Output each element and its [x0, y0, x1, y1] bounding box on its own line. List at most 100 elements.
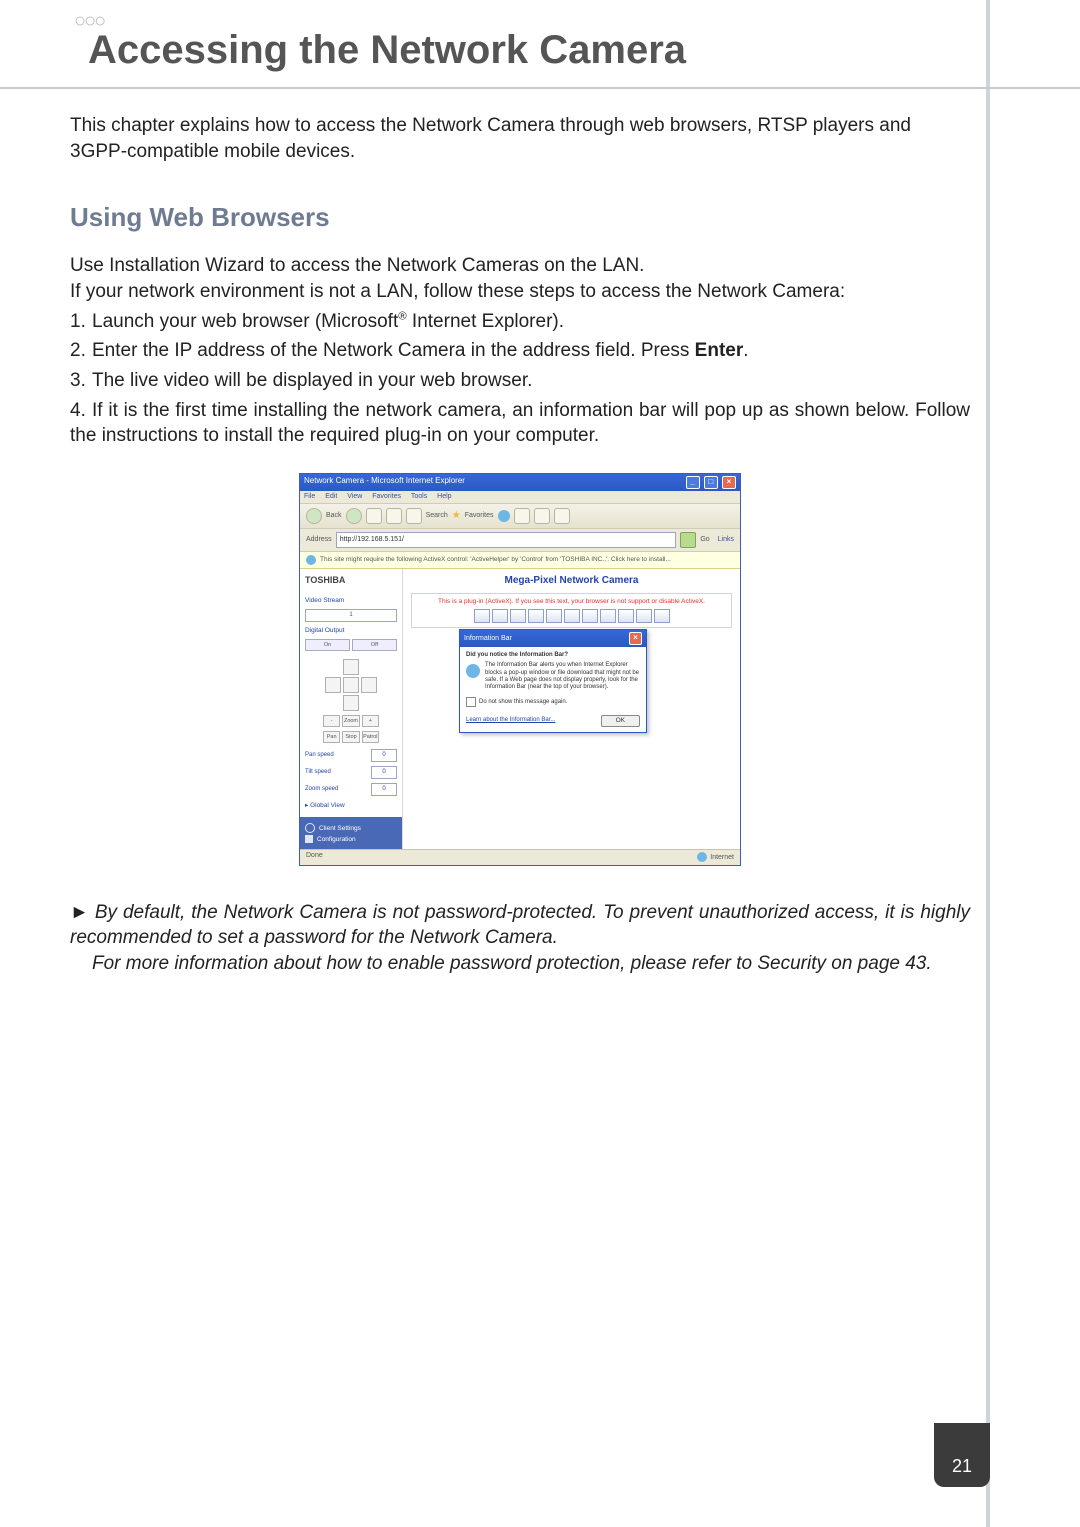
brand-logo: TOSHIBA: [305, 575, 397, 586]
video-stream-select[interactable]: 1: [305, 609, 397, 622]
dialog-close-icon[interactable]: ×: [629, 632, 642, 645]
instructions-block: Use Installation Wizard to access the Ne…: [70, 253, 970, 448]
step-1-b: Internet Explorer).: [407, 311, 564, 332]
step-2-b: .: [743, 340, 748, 361]
configuration-link[interactable]: Configuration: [305, 835, 397, 843]
dialog-question: Did you notice the Information Bar?: [466, 652, 640, 659]
pan-button[interactable]: Pan: [323, 731, 340, 743]
back-icon[interactable]: [306, 508, 322, 524]
print-icon[interactable]: [534, 508, 550, 524]
note-line-2: For more information about how to enable…: [70, 951, 970, 977]
note-arrow-icon: ►: [70, 902, 89, 923]
section-heading-using-web-browsers: Using Web Browsers: [70, 200, 970, 235]
infobar-text: This site might require the following Ac…: [320, 556, 671, 564]
camera-page-title: Mega-Pixel Network Camera: [411, 575, 732, 587]
go-button[interactable]: [680, 532, 696, 548]
address-input[interactable]: http://192.168.5.151/: [336, 532, 677, 548]
video-toolbar: [416, 609, 727, 623]
stop-button[interactable]: Stop: [342, 731, 359, 743]
fullscreen-icon[interactable]: [618, 609, 634, 623]
note-line-1: By default, the Network Camera is not pa…: [70, 902, 970, 949]
menu-help[interactable]: Help: [437, 493, 451, 500]
go-label: Go: [700, 536, 709, 544]
digital-output-on[interactable]: On: [305, 639, 350, 651]
stop-icon[interactable]: [366, 508, 382, 524]
refresh-icon[interactable]: [386, 508, 402, 524]
step-4: 4.If it is the first time installing the…: [70, 398, 970, 449]
dialog-dont-show[interactable]: Do not show this message again.: [466, 697, 640, 707]
menu-file[interactable]: File: [304, 493, 315, 500]
minimize-icon[interactable]: _: [686, 476, 700, 489]
mute-icon[interactable]: [582, 609, 598, 623]
mic-icon[interactable]: [600, 609, 616, 623]
mail-icon[interactable]: [514, 508, 530, 524]
record-icon[interactable]: [492, 609, 508, 623]
step-3-num: 3.: [70, 368, 92, 394]
zoom-label: Zoom: [342, 715, 359, 727]
menu-edit[interactable]: Edit: [325, 493, 337, 500]
info-icon: [466, 664, 480, 682]
chapter-title: Accessing the Network Camera: [88, 28, 1080, 73]
volume-icon[interactable]: [564, 609, 580, 623]
search-label[interactable]: Search: [426, 512, 448, 520]
note-block: ► By default, the Network Camera is not …: [70, 900, 970, 977]
intro-paragraph: This chapter explains how to access the …: [70, 113, 970, 164]
menu-favorites[interactable]: Favorites: [372, 493, 401, 500]
chapter-header: ○○○ Accessing the Network Camera: [0, 0, 1080, 89]
snapshot-icon[interactable]: [474, 609, 490, 623]
video-area: This is a plug-in (ActiveX). If you see …: [411, 593, 732, 628]
settings-icon[interactable]: [654, 609, 670, 623]
play-icon[interactable]: [546, 609, 562, 623]
step-2-enter: Enter: [695, 340, 744, 361]
step-3: 3.The live video will be displayed in yo…: [70, 368, 970, 394]
ie-addressbar: Address http://192.168.5.151/ Go Links: [300, 529, 740, 552]
ptz-right[interactable]: [361, 677, 377, 693]
tilt-speed-select[interactable]: 0: [371, 766, 397, 779]
ptz-down[interactable]: [343, 695, 359, 711]
instr-lead-1: Use Installation Wizard to access the Ne…: [70, 253, 970, 279]
pan-speed-select[interactable]: 0: [371, 749, 397, 762]
maximize-icon[interactable]: □: [704, 476, 718, 489]
page-number: 21: [952, 1456, 972, 1477]
step-1: 1.Launch your web browser (Microsoft® In…: [70, 309, 970, 335]
dialog-body: Did you notice the Information Bar? The …: [460, 647, 646, 732]
favorites-star-icon[interactable]: ★: [452, 510, 461, 522]
ie-titlebar: Network Camera - Microsoft Internet Expl…: [300, 474, 740, 491]
gear-icon: [305, 823, 315, 833]
dialog-learn-link[interactable]: Learn about the Information Bar...: [466, 717, 555, 724]
pause-icon[interactable]: [510, 609, 526, 623]
global-view-toggle[interactable]: ▸ Global View: [305, 802, 397, 810]
ptz-home[interactable]: [343, 677, 359, 693]
digital-output-off[interactable]: Off: [352, 639, 397, 651]
ie-screenshot: Network Camera - Microsoft Internet Expl…: [299, 473, 741, 866]
patrol-button[interactable]: Patrol: [362, 731, 379, 743]
zoom-out-button[interactable]: -: [323, 715, 340, 727]
close-icon[interactable]: ×: [722, 476, 736, 489]
ptz-up[interactable]: [343, 659, 359, 675]
client-settings-link[interactable]: Client Settings: [305, 823, 397, 833]
edit-icon[interactable]: [554, 508, 570, 524]
zoom-icon[interactable]: [636, 609, 652, 623]
step-4-text: If it is the first time installing the n…: [70, 400, 970, 447]
sidebar-bottom: Client Settings Configuration: [300, 817, 402, 849]
history-icon[interactable]: [498, 510, 510, 522]
checkbox-icon[interactable]: [466, 697, 476, 707]
ie-menubar: File Edit View Favorites Tools Help: [300, 491, 740, 503]
ie-information-bar[interactable]: This site might require the following Ac…: [300, 552, 740, 569]
links-label[interactable]: Links: [718, 536, 734, 544]
menu-tools[interactable]: Tools: [411, 493, 427, 500]
home-icon[interactable]: [406, 508, 422, 524]
camera-main: Mega-Pixel Network Camera This is a plug…: [403, 569, 740, 849]
zoom-speed-select[interactable]: 0: [371, 783, 397, 796]
menu-view[interactable]: View: [347, 493, 362, 500]
ptz-left[interactable]: [325, 677, 341, 693]
favorites-label[interactable]: Favorites: [465, 512, 494, 520]
address-label: Address: [306, 536, 332, 544]
plugin-missing-text: This is a plug-in (ActiveX). If you see …: [416, 598, 727, 606]
dialog-titlebar: Information Bar ×: [460, 630, 646, 647]
dialog-ok-button[interactable]: OK: [601, 715, 640, 727]
stop-video-icon[interactable]: [528, 609, 544, 623]
forward-icon[interactable]: [346, 508, 362, 524]
step-2: 2.Enter the IP address of the Network Ca…: [70, 338, 970, 364]
zoom-in-button[interactable]: +: [362, 715, 379, 727]
